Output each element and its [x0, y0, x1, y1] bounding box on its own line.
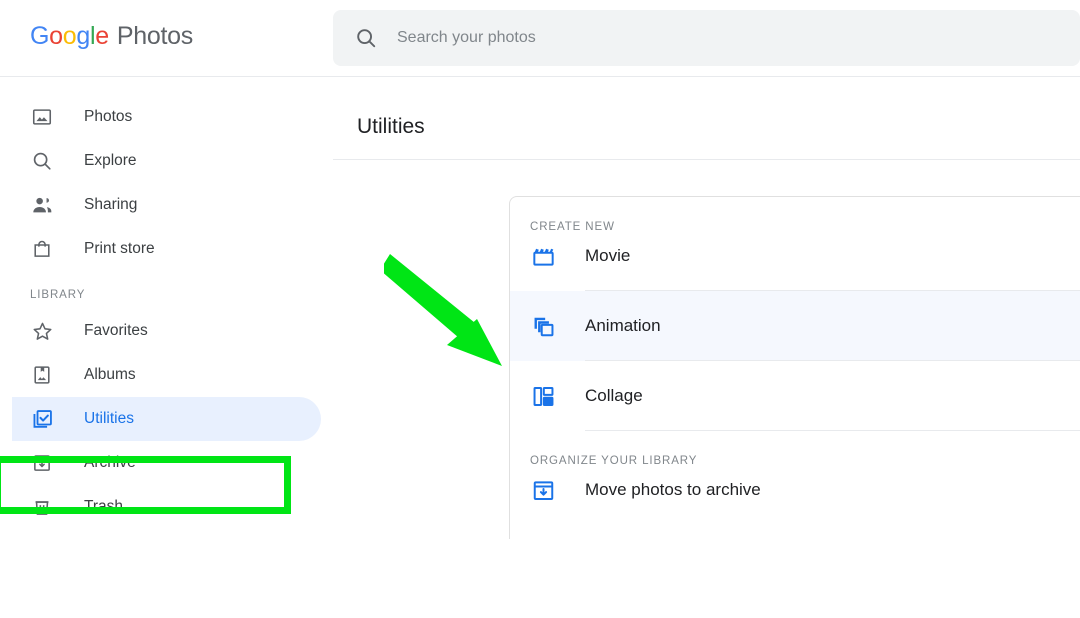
title-divider — [333, 159, 1080, 160]
movie-clapper-icon — [530, 243, 556, 269]
card-row-label: Animation — [585, 316, 661, 335]
card-section-label-create-new: CREATE NEW — [530, 221, 615, 233]
search-icon — [355, 27, 377, 49]
search-bar[interactable] — [333, 10, 1080, 66]
sidebar-item-label: Utilities — [84, 410, 134, 427]
app-header: Google Photos — [0, 0, 1080, 77]
sidebar-item-favorites[interactable]: Favorites — [12, 309, 321, 353]
row-divider — [585, 430, 1080, 431]
archive-icon — [30, 451, 54, 475]
photo-icon — [30, 105, 54, 129]
logo-letter-g: G — [30, 22, 50, 50]
sidebar-navigation: Photos Explore Sharing Print store LIBRA… — [0, 77, 333, 618]
logo-letter-g2: g — [76, 22, 90, 50]
sidebar-item-label: Explore — [84, 152, 137, 169]
google-photos-logo: Google Photos — [30, 22, 193, 51]
card-row-move-photos-to-archive[interactable]: Move photos to archive — [510, 455, 1080, 525]
album-icon — [30, 363, 54, 387]
sidebar-item-label: Albums — [84, 366, 136, 383]
sidebar-item-photos[interactable]: Photos — [12, 95, 321, 139]
card-row-label: Move photos to archive — [585, 480, 761, 499]
google-photos-utilities-screen: GooglePhotos Photos — [0, 0, 1080, 618]
sidebar-item-label: Trash — [84, 498, 124, 515]
sidebar-item-print-store[interactable]: Print store — [12, 227, 321, 271]
main-content: Utilities CREATE NEW Movie Animation Col… — [333, 77, 1080, 618]
sidebar-item-sharing[interactable]: Sharing — [12, 183, 321, 227]
sidebar-section-library-label: LIBRARY — [30, 289, 86, 301]
collage-grid-icon — [530, 383, 556, 409]
card-row-movie[interactable]: Movie — [510, 221, 1080, 291]
sidebar-item-trash[interactable]: Trash — [12, 485, 321, 529]
card-row-animation[interactable]: Animation — [510, 291, 1080, 361]
sidebar-item-label: Sharing — [84, 196, 138, 213]
utilities-checkbox-icon — [30, 407, 54, 431]
animation-layers-icon — [530, 313, 556, 339]
shopping-bag-icon — [30, 237, 54, 261]
logo-product-name: Photos — [116, 22, 193, 50]
utilities-card: CREATE NEW Movie Animation Collage ORGAN… — [509, 196, 1080, 539]
archive-download-icon — [530, 477, 556, 503]
star-icon — [30, 319, 54, 343]
search-icon — [30, 149, 54, 173]
sidebar-item-label: Favorites — [84, 322, 148, 339]
page-title: Utilities — [357, 115, 425, 138]
sidebar-item-albums[interactable]: Albums — [12, 353, 321, 397]
logo-letter-o2: o — [62, 22, 77, 50]
sidebar-item-archive[interactable]: Archive — [12, 441, 321, 485]
card-row-collage[interactable]: Collage — [510, 361, 1080, 431]
sidebar-item-label: Photos — [84, 108, 133, 125]
sidebar-item-label: Print store — [84, 240, 155, 257]
card-row-label: Collage — [585, 386, 643, 405]
card-row-label: Movie — [585, 246, 631, 265]
sidebar-item-utilities[interactable]: Utilities — [12, 397, 321, 441]
search-input[interactable] — [397, 29, 997, 47]
sidebar-item-label: Archive — [84, 454, 136, 471]
trash-icon — [30, 495, 54, 519]
people-icon — [30, 193, 54, 217]
card-section-label-organize-your-library: ORGANIZE YOUR LIBRARY — [530, 455, 698, 467]
logo-letter-e: e — [95, 22, 109, 50]
logo-letter-o1: o — [49, 22, 63, 50]
sidebar-item-explore[interactable]: Explore — [12, 139, 321, 183]
